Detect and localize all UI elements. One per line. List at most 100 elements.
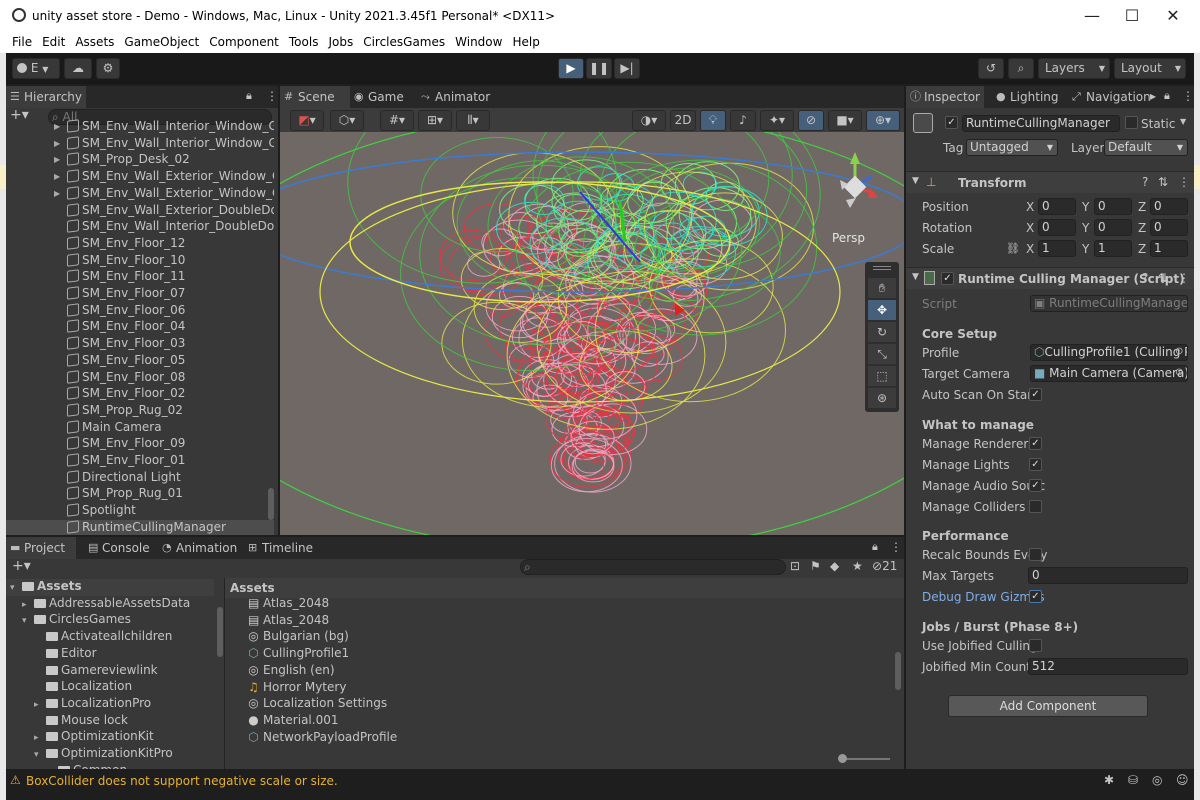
hierarchy-item[interactable]: Directional Light bbox=[6, 470, 274, 487]
asset-item[interactable]: ◎ Bulgarian (bg) bbox=[248, 629, 349, 646]
tab-hierarchy[interactable]: ☰ Hierarchy bbox=[6, 86, 86, 108]
menu-component[interactable]: Component bbox=[204, 32, 284, 52]
cache-icon[interactable]: ⛁ bbox=[1128, 773, 1138, 787]
preset-icon[interactable]: ⇅ bbox=[1158, 271, 1168, 285]
tab-game[interactable]: ◉ Game bbox=[350, 86, 416, 108]
auto-scan-checkbox[interactable]: ✓ bbox=[1029, 388, 1042, 401]
script-enabled-checkbox[interactable]: ✓ bbox=[941, 272, 954, 285]
layer-dropdown[interactable]: Default ▼ bbox=[1104, 139, 1188, 156]
project-search-input[interactable]: ⌕ bbox=[520, 559, 786, 575]
hierarchy-item[interactable]: SM_Env_Floor_07 bbox=[6, 286, 274, 303]
hierarchy-item[interactable]: Spotlight bbox=[6, 503, 274, 520]
hierarchy-item[interactable]: SM_Prop_Rug_02 bbox=[6, 403, 274, 420]
increment-snap-button[interactable]: ⊞▾ bbox=[418, 110, 452, 131]
folder-tree-item[interactable]: ▾ Assets bbox=[6, 579, 214, 596]
rotate-tool-button[interactable]: ↻ bbox=[868, 322, 896, 342]
step-button[interactable]: ▶| bbox=[614, 58, 640, 79]
menu-circlesgames[interactable]: CirclesGames bbox=[358, 32, 450, 52]
hierarchy-item[interactable]: SM_Env_Floor_01 bbox=[6, 453, 274, 470]
persp-label[interactable]: Persp bbox=[832, 231, 865, 245]
palette-handle[interactable] bbox=[873, 266, 891, 270]
transform-header[interactable]: ▼ ⊥ Transform ? ⇅ ⋮ bbox=[906, 171, 1194, 193]
foldout-arrow-icon[interactable]: ▶ bbox=[54, 139, 60, 148]
manage-lights-checkbox[interactable]: ✓ bbox=[1029, 458, 1042, 471]
account-dropdown[interactable]: E ▼ bbox=[12, 58, 60, 79]
search-by-label-icon[interactable]: ⚑ bbox=[810, 559, 821, 573]
debug-draw-checkbox[interactable]: ✓ bbox=[1029, 590, 1042, 603]
asset-scrollbar[interactable] bbox=[895, 652, 901, 690]
kebab-menu-icon[interactable]: ⋮ bbox=[890, 540, 902, 554]
notification-icon[interactable]: ☺ bbox=[1176, 773, 1189, 787]
close-button[interactable]: ✕ bbox=[1153, 4, 1193, 28]
target-camera-field[interactable]: ■ Main Camera (Camera) bbox=[1030, 365, 1188, 382]
asset-item[interactable]: ⬡ CullingProfile1 bbox=[248, 646, 349, 663]
foldout-arrow-icon[interactable]: ▶ bbox=[54, 172, 60, 181]
gizmos-button[interactable]: ⊕▾ bbox=[866, 110, 900, 131]
hierarchy-item[interactable]: SM_Prop_Rug_01 bbox=[6, 486, 274, 503]
icon-size-slider[interactable] bbox=[838, 754, 890, 763]
tab-project[interactable]: ▬ Project bbox=[6, 537, 76, 559]
add-component-button[interactable]: Add Component bbox=[948, 695, 1148, 717]
hierarchy-item[interactable]: SM_Env_Floor_03 bbox=[6, 336, 274, 353]
scale-tool-button[interactable]: ⤡ bbox=[868, 344, 896, 364]
hierarchy-item[interactable]: ▶ SM_Prop_Desk_02 bbox=[6, 152, 274, 169]
hierarchy-item[interactable]: SM_Env_Floor_04 bbox=[6, 319, 274, 336]
hierarchy-item[interactable]: SM_Env_Wall_Interior_DoubleDoor_Alt_ bbox=[6, 219, 274, 236]
constrain-proportions-icon[interactable]: ⛓ bbox=[1006, 242, 1020, 255]
foldout-arrow-icon[interactable]: ▶ bbox=[54, 155, 60, 164]
foldout-arrow-icon[interactable]: ▶ bbox=[54, 122, 60, 131]
kebab-menu-icon[interactable]: ⋮ bbox=[1178, 175, 1190, 189]
transform-rotation-y-input[interactable]: 0 bbox=[1094, 219, 1132, 236]
shading-mode-button[interactable]: ◩▾ bbox=[290, 110, 324, 131]
transform-scale-y-input[interactable]: 1 bbox=[1094, 240, 1132, 257]
draw-mode-button[interactable]: ⬡▾ bbox=[330, 110, 364, 131]
hierarchy-scrollbar[interactable] bbox=[268, 488, 274, 520]
lock-icon[interactable]: 🔒︎ bbox=[1164, 89, 1170, 103]
rect-tool-button[interactable]: ⬚ bbox=[868, 366, 896, 386]
effects-toggle[interactable]: ✦▾ bbox=[760, 110, 794, 131]
hierarchy-item[interactable]: ▶ SM_Env_Wall_Interior_Window_Ground bbox=[6, 136, 274, 153]
transform-tool-button[interactable]: ⊛ bbox=[868, 388, 896, 408]
manage-renderers-checkbox[interactable]: ✓ bbox=[1029, 437, 1042, 450]
cloud-button[interactable]: ☁ bbox=[64, 58, 92, 79]
ruler-button[interactable]: ⦀▾ bbox=[456, 110, 490, 131]
tab-animator[interactable]: ⤳ Animator bbox=[417, 86, 497, 108]
tab-timeline[interactable]: ⊞ Timeline bbox=[244, 537, 324, 559]
recalc-bounds-checkbox[interactable] bbox=[1029, 548, 1042, 561]
breadcrumb-assets[interactable]: Assets bbox=[230, 581, 275, 595]
asset-item[interactable]: ▤ Atlas_2048 bbox=[248, 598, 329, 613]
tab-scene[interactable]: # Scene bbox=[280, 86, 350, 108]
object-name-field[interactable]: RuntimeCullingManager bbox=[962, 115, 1120, 132]
tab-lighting[interactable]: ● Lighting bbox=[992, 86, 1062, 108]
active-checkbox[interactable]: ✓ bbox=[945, 116, 958, 129]
jobified-min-input[interactable]: 512 bbox=[1028, 658, 1188, 675]
hierarchy-item[interactable]: ▶ SM_Env_Wall_Interior_Window_Ground bbox=[6, 119, 274, 136]
transform-position-z-input[interactable]: 0 bbox=[1150, 198, 1188, 215]
minimize-button[interactable]: — bbox=[1072, 4, 1112, 28]
toggle-2d-button[interactable]: 2D bbox=[670, 110, 696, 131]
transform-rotation-z-input[interactable]: 0 bbox=[1150, 219, 1188, 236]
menu-jobs[interactable]: Jobs bbox=[323, 32, 358, 52]
folder-tree-item[interactable]: ▾ OptimizationKitPro bbox=[34, 746, 173, 763]
hierarchy-item[interactable]: SM_Env_Wall_Exterior_DoubleDoor_01 bbox=[6, 203, 274, 220]
foldout-arrow-icon[interactable]: ▾ bbox=[10, 583, 22, 593]
hierarchy-item[interactable]: ▶ SM_Env_Wall_Exterior_Window_Ground bbox=[6, 186, 274, 203]
asset-item[interactable]: ◎ Localization Settings bbox=[248, 696, 387, 713]
collab-button[interactable]: ⚙ bbox=[96, 58, 120, 79]
hierarchy-item[interactable]: SM_Env_Floor_08 bbox=[6, 370, 274, 387]
kebab-menu-icon[interactable]: ⋮ bbox=[1182, 89, 1194, 103]
favorite-icon[interactable]: ★ bbox=[852, 559, 863, 573]
hidden-objects-toggle[interactable]: ⊘ bbox=[798, 110, 824, 131]
tab-console[interactable]: ▤ Console bbox=[84, 537, 154, 559]
status-message[interactable]: BoxCollider does not support negative sc… bbox=[26, 774, 338, 788]
history-button[interactable]: ↺ bbox=[978, 58, 1004, 79]
layout-dropdown[interactable]: Layout ▼ bbox=[1114, 58, 1186, 79]
transform-position-y-input[interactable]: 0 bbox=[1094, 198, 1132, 215]
menu-tools[interactable]: Tools bbox=[284, 32, 324, 52]
hierarchy-item[interactable]: ▶ SM_Env_Wall_Exterior_Window_Ground bbox=[6, 169, 274, 186]
menu-help[interactable]: Help bbox=[507, 32, 544, 52]
asset-item[interactable]: ● Material.001 bbox=[248, 713, 338, 730]
menu-gameobject[interactable]: GameObject bbox=[119, 32, 204, 52]
search-by-type-icon[interactable]: ⊡ bbox=[790, 559, 800, 573]
max-targets-input[interactable]: 0 bbox=[1028, 567, 1188, 584]
